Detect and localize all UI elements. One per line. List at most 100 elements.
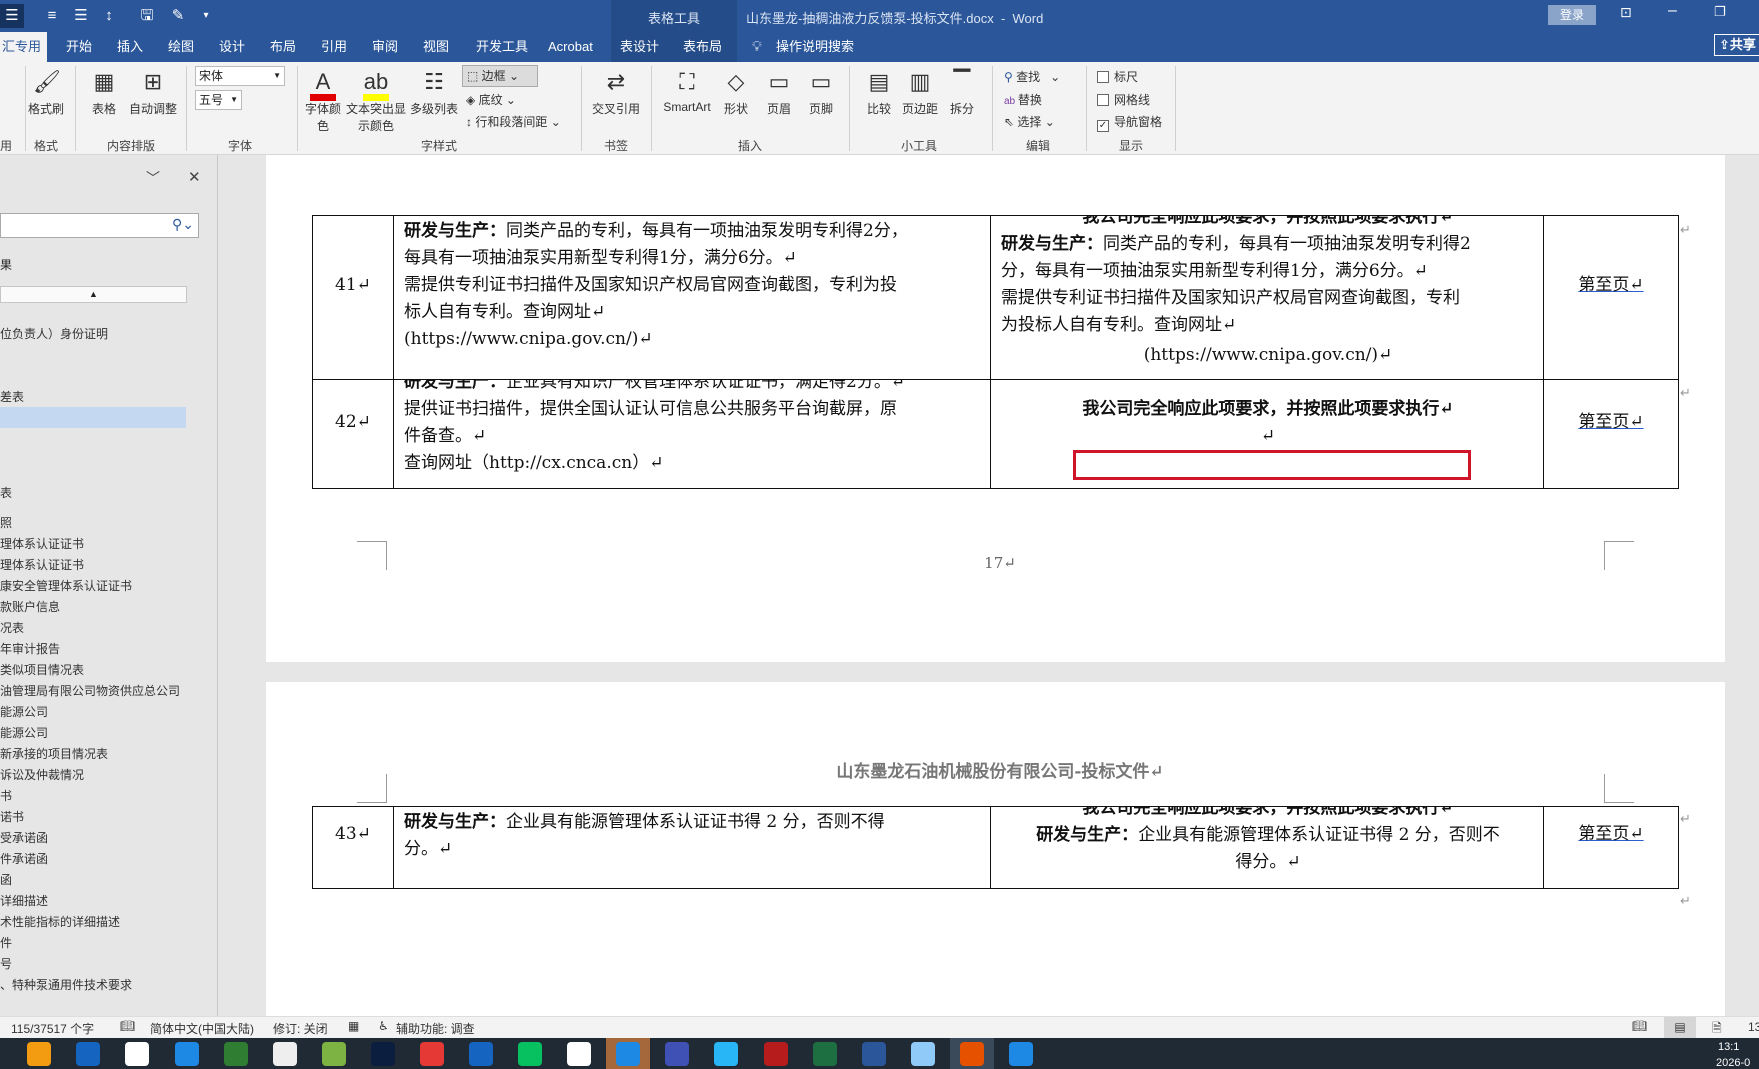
wechat-icon[interactable] — [518, 1042, 542, 1066]
line-spacing-button[interactable]: ↕ 行和段落间距 ⌄ — [466, 113, 561, 130]
tell-me-search[interactable]: 操作说明搜索 — [776, 32, 854, 62]
qq-icon[interactable] — [567, 1042, 591, 1066]
nav-heading-item[interactable]: 照 — [0, 513, 186, 534]
nav-heading-item[interactable]: 受承诺函 — [0, 828, 186, 849]
chevron-down-icon[interactable]: ﹀ — [146, 168, 160, 188]
pen-app-icon[interactable] — [322, 1042, 346, 1066]
nav-heading-item[interactable]: 康安全管理体系认证证书 — [0, 576, 186, 597]
nav-heading-item[interactable]: 理体系认证证书 — [0, 534, 186, 555]
page-reference[interactable]: 第至页↵ — [1544, 272, 1678, 299]
minimize-icon[interactable]: – — [1668, 2, 1677, 20]
tab-3[interactable]: 绘图 — [168, 32, 194, 62]
nav-heading-item[interactable]: 件 — [0, 933, 186, 954]
qq-browser-icon[interactable] — [714, 1042, 738, 1066]
nav-heading-item[interactable]: 油管理局有限公司物资供应总公司 — [0, 681, 186, 702]
ribbon-autofit-button[interactable]: ⊞ 自动调整 — [121, 68, 185, 117]
read-mode-icon[interactable]: 📖︎ — [1632, 1019, 1647, 1033]
response-line[interactable]: 我公司完全响应此项要求，并按照此项要求执行↵ — [1001, 396, 1535, 423]
photoshop-icon[interactable] — [371, 1042, 395, 1066]
ruler-checkbox[interactable]: 标尺 — [1097, 68, 1138, 85]
customize-qat-icon[interactable]: ▾ — [194, 4, 218, 28]
browser-ring-icon[interactable] — [175, 1042, 199, 1066]
nav-heading-item[interactable]: 函 — [0, 870, 186, 891]
ribbon-format-painter-button[interactable]: 🖌 格式刷 — [14, 68, 78, 117]
nav-heading-item[interactable]: 书 — [0, 786, 186, 807]
search-app-icon[interactable] — [616, 1042, 640, 1066]
photo-viewer-icon[interactable] — [27, 1042, 51, 1066]
word-count[interactable]: 115/37517 个字 — [11, 1020, 94, 1037]
zoom-level[interactable]: 13 — [1748, 1020, 1759, 1034]
table-cell[interactable]: 我公司完全响应此项要求，并按照此项要求执行↵ 研发与生产：企业具有能源管理体系认证… — [990, 806, 1544, 889]
nav-search-input[interactable]: ⚲⌄ — [0, 213, 199, 238]
save-icon[interactable]: 🖫 — [135, 4, 159, 28]
response-line[interactable]: 研发与生产：同类产品的专利，每具有一项抽油泵发明专利得2 — [1001, 231, 1535, 258]
response-line[interactable]: 为投标人自有专利。查询网址↵ — [1001, 312, 1535, 339]
track-changes-status[interactable]: 修订: 关闭 — [273, 1020, 328, 1037]
tab-4[interactable]: 设计 — [219, 32, 245, 62]
response-line[interactable]: 需提供专利证书扫描件及国家知识产权局官网查询截图，专利 — [1001, 285, 1535, 312]
nav-heading-item[interactable]: 能源公司 — [0, 702, 186, 723]
ribbon-split-button[interactable]: ▔ 拆分 — [930, 68, 994, 117]
nav-heading-item[interactable]: 理体系认证证书 — [0, 555, 186, 576]
nav-heading-item[interactable]: 类似项目情况表 — [0, 660, 186, 681]
nav-heading-item[interactable]: 诺书 — [0, 807, 186, 828]
find-button[interactable]: ⚲ 查找 ⌄ — [1004, 68, 1060, 85]
web-layout-icon[interactable]: 🗎︎ — [1712, 1019, 1722, 1040]
blue-app-icon[interactable] — [1009, 1042, 1033, 1066]
tab-5[interactable]: 布局 — [270, 32, 296, 62]
wps-app-icon[interactable] — [960, 1042, 984, 1066]
tab-1[interactable]: 开始 — [66, 32, 92, 62]
nav-heading-item[interactable]: 能源公司 — [0, 723, 186, 744]
page-reference[interactable]: 第至页↵ — [1544, 821, 1678, 848]
nav-heading-item[interactable]: 详细描述 — [0, 891, 186, 912]
ie-app-icon[interactable] — [469, 1042, 493, 1066]
restore-icon[interactable]: ❐ — [1714, 4, 1726, 20]
response-line[interactable]: 我公司完全响应此项要求，并按照此项要求执行↵ — [1001, 216, 1535, 231]
replace-button[interactable]: ab 替换 — [1004, 91, 1042, 108]
response-line[interactable]: 得分。↵ — [1001, 849, 1535, 876]
xin-app-icon[interactable] — [665, 1042, 689, 1066]
nav-heading-item[interactable]: 件承诺函 — [0, 849, 186, 870]
gridlines-checkbox[interactable]: 网格线 — [1097, 91, 1150, 108]
table-cell[interactable]: 我公司完全响应此项要求，并按照此项要求执行↵ 研发与生产：同类产品的专利，每具有一… — [990, 215, 1544, 380]
tab-12[interactable]: 表布局 — [683, 32, 722, 62]
close-icon[interactable]: ✕ — [188, 168, 201, 186]
ribbon-footer-button[interactable]: ▭ 页脚 — [789, 68, 853, 117]
clock-date[interactable]: 2026-0 — [1716, 1057, 1750, 1069]
nav-heading-item[interactable]: 款账户信息 — [0, 597, 186, 618]
response-line[interactable]: ↵ — [1001, 423, 1535, 450]
proofing-icon[interactable]: 📖︎ — [120, 1019, 135, 1033]
language-status[interactable]: 简体中文(中国大陆) — [150, 1020, 254, 1037]
format-eraser-icon[interactable]: ✎ — [166, 4, 190, 28]
page-reference[interactable]: 第至页↵ — [1544, 409, 1678, 436]
navpane-checkbox[interactable]: ✓ 导航窗格 — [1097, 113, 1162, 132]
font-name-select[interactable]: 宋体 ▼ — [195, 66, 285, 86]
font-size-select[interactable]: 五号 ▼ — [195, 90, 242, 110]
print-layout-icon[interactable]: ▤ — [1664, 1017, 1696, 1038]
share-button[interactable]: ⇪共享 — [1714, 34, 1759, 56]
tab-11[interactable]: 表设计 — [620, 32, 659, 62]
petrochina-icon[interactable] — [420, 1042, 444, 1066]
signin-button[interactable]: 登录 — [1548, 5, 1596, 25]
tab-8[interactable]: 视图 — [423, 32, 449, 62]
word-icon[interactable] — [862, 1042, 886, 1066]
ribbon-cross-ref-button[interactable]: ⇄ 交叉引用 — [584, 68, 648, 117]
tab-9[interactable]: 开发工具 — [476, 32, 528, 62]
sync-app-icon[interactable] — [224, 1042, 248, 1066]
align-right-icon[interactable]: ≡ — [40, 4, 64, 28]
ribbon-multilevel-button[interactable]: ☷ 多级列表 — [402, 68, 466, 117]
acrobat-icon[interactable] — [764, 1042, 788, 1066]
tab-0[interactable]: 汇专用 — [0, 32, 47, 62]
nav-heading-item[interactable]: 年审计报告 — [0, 639, 186, 660]
dots-app-icon[interactable] — [76, 1042, 100, 1066]
nav-heading-item[interactable]: 术性能指标的详细描述 — [0, 912, 186, 933]
nav-heading-item[interactable]: 表 — [0, 483, 186, 504]
accessibility-status[interactable]: 辅助功能: 调查 — [396, 1020, 475, 1037]
nav-heading-item[interactable]: 新承接的项目情况表 — [0, 744, 186, 765]
response-line[interactable]: 分，每具有一项抽油泵实用新型专利得1分，满分6分。↵ — [1001, 258, 1535, 285]
excel-icon[interactable] — [813, 1042, 837, 1066]
nav-heading-item[interactable]: 位负责人）身份证明 — [0, 324, 186, 345]
search-icon[interactable]: ⚲⌄ — [172, 216, 194, 233]
borders-button[interactable]: ⬚ 边框 ⌄ — [462, 65, 538, 87]
collapse-up-button[interactable]: ▲ — [0, 286, 187, 303]
